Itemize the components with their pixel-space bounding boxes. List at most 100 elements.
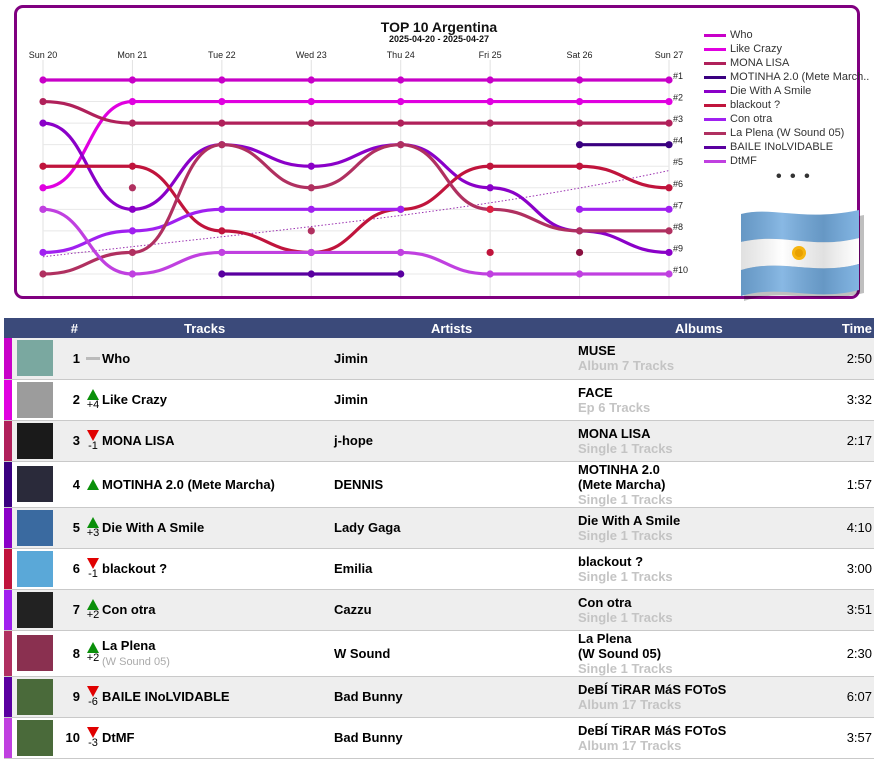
cover-thumbnail[interactable] [17, 550, 53, 587]
series-point [486, 162, 494, 170]
track-title[interactable]: Die With A Smile [102, 520, 204, 535]
legend-label: Die With A Smile [730, 85, 812, 97]
series-point [486, 76, 494, 84]
rank-up-icon [87, 598, 99, 610]
artist-name[interactable]: j-hope [334, 420, 578, 462]
album-cell: La Plena (W Sound 05) Single 1 Tracks [578, 630, 822, 677]
table-row[interactable]: 4 MOTINHA 2.0 (Mete Marcha) DENNIS MOTINHA … [4, 461, 874, 508]
x-tick-label: Sun 20 [29, 50, 58, 60]
series-point [397, 141, 405, 149]
legend-item[interactable]: MOTINHA 2.0 (Mete March.. [704, 70, 869, 84]
track-title[interactable]: blackout ? [102, 561, 167, 576]
album-name[interactable]: DeBÍ TiRAR MáS FOToS [578, 682, 821, 697]
album-name-line2[interactable]: (Mete Marcha) [578, 477, 821, 492]
album-cell: Die With A Smile Single 1 Tracks [578, 507, 822, 549]
table-row[interactable]: 8 +2 La Plena (W Sound 05) W Sound La Plena (W… [4, 630, 874, 677]
rank-label: #2 [673, 93, 683, 103]
track-title[interactable]: MONA LISA [102, 433, 174, 448]
artist-name[interactable]: Bad Bunny [334, 676, 578, 718]
track-title[interactable]: MOTINHA 2.0 (Mete Marcha) [102, 477, 275, 492]
rank-down-icon [87, 685, 99, 697]
cover-thumbnail[interactable] [17, 635, 53, 671]
album-name[interactable]: blackout ? [578, 554, 821, 569]
track-title[interactable]: Con otra [102, 602, 155, 617]
row-color-bar [4, 589, 12, 631]
table-row[interactable]: 2 +4 Like Crazy Jimin FACE Ep 6 Tracks 3:32 [4, 379, 874, 421]
header-time[interactable]: Time [821, 318, 874, 338]
album-name[interactable]: MOTINHA 2.0 [578, 462, 821, 477]
series-point [665, 141, 673, 149]
header-artists[interactable]: Artists [334, 318, 578, 338]
cover-thumbnail[interactable] [17, 678, 53, 715]
legend-item[interactable]: BAILE INoLVIDABLE [704, 140, 869, 154]
artist-name[interactable]: Jimin [334, 338, 578, 380]
cover-thumbnail[interactable] [17, 509, 53, 546]
legend-label: Who [730, 29, 753, 41]
album-name-line2[interactable]: (W Sound 05) [578, 646, 821, 661]
thumb-cell [12, 379, 58, 421]
rank-change: -6 [84, 676, 102, 718]
legend-swatch [704, 145, 726, 149]
album-name[interactable]: MUSE [578, 343, 821, 358]
cover-thumbnail[interactable] [17, 381, 53, 418]
header-albums[interactable]: Albums [578, 318, 822, 338]
album-name[interactable]: Con otra [578, 595, 821, 610]
rank-same-icon [86, 356, 100, 360]
album-name[interactable]: MONA LISA [578, 426, 821, 441]
track-title[interactable]: BAILE INoLVIDABLE [102, 689, 230, 704]
album-meta: Single 1 Tracks [578, 568, 673, 584]
series-point [218, 205, 226, 213]
track-title[interactable]: La Plena [102, 638, 155, 653]
table-row[interactable]: 6 -1 blackout ? Emilia blackout ? Single 1 Tr… [4, 548, 874, 590]
legend-item[interactable]: Who [704, 28, 869, 42]
album-name[interactable]: La Plena [578, 631, 821, 646]
track-duration: 3:57 [821, 717, 874, 759]
legend-item[interactable]: DtMF [704, 154, 869, 168]
rank-label: #7 [673, 200, 683, 210]
track-title[interactable]: Like Crazy [102, 392, 167, 407]
cover-thumbnail[interactable] [17, 466, 53, 502]
artist-name[interactable]: Jimin [334, 379, 578, 421]
track-title[interactable]: DtMF [102, 730, 135, 745]
legend-item[interactable]: La Plena (W Sound 05) [704, 126, 869, 140]
legend-item[interactable]: Like Crazy [704, 42, 869, 56]
artist-name[interactable]: W Sound [334, 630, 578, 677]
album-name[interactable]: DeBÍ TiRAR MáS FOToS [578, 723, 821, 738]
series-point [128, 184, 137, 192]
table-row[interactable]: 3 -1 MONA LISA j-hope MONA LISA Single 1 Trac… [4, 420, 874, 462]
artist-name[interactable]: DENNIS [334, 461, 578, 508]
cover-thumbnail[interactable] [17, 719, 53, 756]
row-color-bar [4, 676, 12, 718]
album-name[interactable]: Die With A Smile [578, 513, 821, 528]
rank-change: -1 [84, 548, 102, 590]
album-name[interactable]: FACE [578, 385, 821, 400]
artist-name[interactable]: Bad Bunny [334, 717, 578, 759]
series-point [128, 205, 137, 213]
header-tracks[interactable]: Tracks [84, 318, 334, 338]
cover-thumbnail[interactable] [17, 340, 53, 377]
track-title[interactable]: Who [102, 351, 130, 366]
header-rank[interactable]: # [4, 318, 84, 338]
track-duration: 1:57 [821, 461, 874, 508]
table-row[interactable]: 10 -3 DtMF Bad Bunny DeBÍ TiRAR MáS FOToS Alb… [4, 717, 874, 759]
table-row[interactable]: 9 -6 BAILE INoLVIDABLE Bad Bunny DeBÍ TiRAR … [4, 676, 874, 718]
x-tick-label: Wed 23 [296, 50, 327, 60]
table-row[interactable]: 7 +2 Con otra Cazzu Con otra Single 1 Tracks 3… [4, 589, 874, 631]
album-cell: MUSE Album 7 Tracks [578, 338, 822, 380]
legend-item[interactable]: blackout ? [704, 98, 869, 112]
legend-item[interactable]: Die With A Smile [704, 84, 869, 98]
legend-item[interactable]: MONA LISA [704, 56, 869, 70]
rank-change: +4 [84, 379, 102, 421]
album-meta: Single 1 Tracks [578, 491, 673, 507]
cover-thumbnail[interactable] [17, 422, 53, 459]
cover-thumbnail[interactable] [17, 591, 53, 628]
rank-label: #6 [673, 179, 683, 189]
artist-name[interactable]: Cazzu [334, 589, 578, 631]
table-row[interactable]: 1 Who Jimin MUSE Album 7 Tracks 2:50 [4, 338, 874, 380]
legend-item[interactable]: Con otra [704, 112, 869, 126]
x-tick-label: Sun 27 [655, 50, 684, 60]
artist-name[interactable]: Lady Gaga [334, 507, 578, 549]
rank-number: 1 [58, 338, 84, 380]
table-row[interactable]: 5 +3 Die With A Smile Lady Gaga Die With A S… [4, 507, 874, 549]
artist-name[interactable]: Emilia [334, 548, 578, 590]
